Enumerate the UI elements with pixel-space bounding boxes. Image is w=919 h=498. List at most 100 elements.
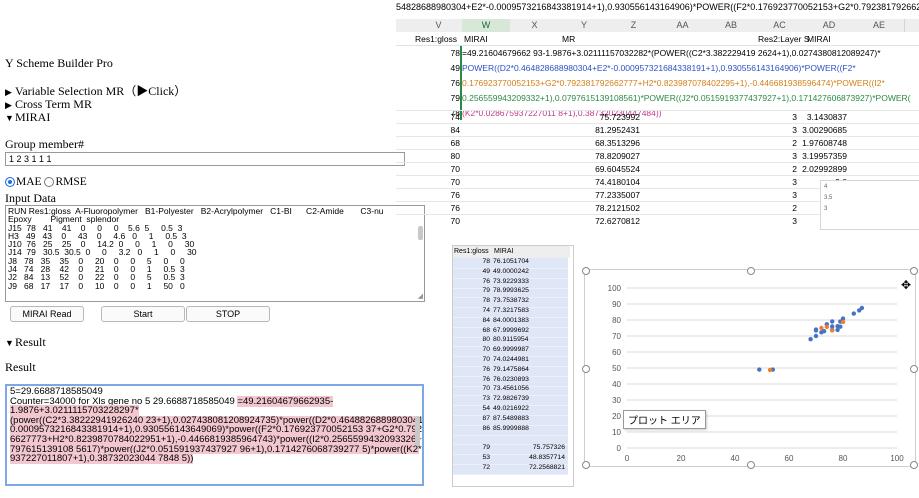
small-cell-gloss[interactable]: 80 [453,335,490,345]
small-cell-gloss[interactable]: 73 [453,394,490,404]
cell-header-v[interactable]: Res1:gloss [415,33,457,45]
small-cell-gloss[interactable]: 70 [453,355,490,365]
cell-header-y[interactable]: MR [562,33,575,45]
cell-ac[interactable]: 3 [755,124,797,136]
small-cell-gloss[interactable]: 76 [453,375,490,385]
small-cell-gloss[interactable]: 49 [453,267,490,277]
cell-v[interactable]: 70 [415,163,460,175]
data-point[interactable] [830,328,835,333]
mirai-toggle[interactable]: ▼MIRAI [5,110,50,125]
textarea-scrollbar[interactable] [418,226,423,240]
small-cell-gloss[interactable]: 70 [453,384,490,394]
cell-ac[interactable]: 2 [755,202,797,214]
start-button[interactable]: Start [101,306,185,322]
small-cell-mirai[interactable]: 49.0000242 [493,267,565,277]
formula-edit-line[interactable]: POWER((D2*0.464828688980304+E2*-0.000957… [462,62,856,74]
resize-handle[interactable] [582,365,590,373]
rmse-radio[interactable]: RMSE [44,176,87,188]
cell-y[interactable]: 77.2335007 [560,189,640,201]
small-cell-gloss[interactable]: 54 [453,404,490,414]
small-cell-mirai[interactable]: 80.9115954 [493,335,565,345]
small-cell-mirai[interactable]: 69.9999987 [493,345,565,355]
resize-handle[interactable] [747,267,755,275]
formula-edit-line[interactable]: 0.176923770052153+G2*0.792381792662777+H… [462,77,885,89]
small-cell-mirai[interactable]: 72.9826739 [493,394,565,404]
cell-v[interactable]: 80 [415,150,460,162]
data-point[interactable] [830,319,835,324]
small-cell-gloss[interactable]: 72 [453,463,490,473]
cell-ad[interactable]: 3.1430837 [802,111,847,123]
column-header[interactable]: AB [707,19,756,32]
data-point[interactable] [813,328,819,333]
cell-y[interactable]: 69.6045524 [560,163,640,175]
result-textarea[interactable]: 5=29.6688718585049 Counter=34000 for Xls… [5,384,424,486]
small-cell-gloss[interactable]: 78 [453,257,490,267]
small-cell-mirai[interactable]: 79.1475864 [493,365,565,375]
result-section-toggle[interactable]: ▼Result [5,335,46,350]
result-scrollbar[interactable] [415,416,420,446]
cell-ac[interactable]: 3 [755,176,797,188]
small-cell-mirai[interactable]: 85.9999888 [493,424,565,434]
data-point[interactable] [767,367,773,373]
cell-ad[interactable]: 3.00290685 [802,124,847,136]
small-cell-gloss[interactable]: 87 [453,414,490,424]
cell-ad[interactable]: 3.19957359 [802,150,847,162]
small-cell-mirai[interactable]: 76.0230893 [493,375,565,385]
data-point[interactable] [819,330,824,335]
resize-handle[interactable] [747,461,755,469]
data-point[interactable] [851,311,856,316]
small-cell-mirai[interactable]: 67.9999692 [493,326,565,336]
cell-ac[interactable]: 3 [755,215,797,227]
mini-chart[interactable]: 4 3.5 3 [820,180,919,230]
data-point[interactable] [819,325,824,331]
cell-ac[interactable]: 3 [755,111,797,123]
column-header[interactable]: AA [658,19,708,32]
cell-v[interactable]: 76 [415,189,460,201]
column-header[interactable]: AC [755,19,805,32]
data-point[interactable] [824,324,829,330]
cell-v[interactable]: 49 [415,62,460,74]
cell-y[interactable]: 74.4180104 [560,176,640,188]
column-header[interactable]: AE [854,19,905,32]
data-point[interactable] [813,333,819,339]
cell-ad[interactable]: 2.02992899 [802,163,847,175]
cell-y[interactable]: 81.2952431 [560,124,640,136]
small-cell-gloss[interactable]: 79 [453,286,490,296]
cell-header-ac[interactable]: Res2:Layer S [758,33,810,45]
small-cell-gloss[interactable]: 68 [453,326,490,336]
small-cell-mirai[interactable]: 49.0216922 [493,404,565,414]
cell-v[interactable]: 76 [415,77,460,89]
cell-y[interactable]: 72.6270812 [560,215,640,227]
stop-button[interactable]: STOP [186,306,270,322]
data-point[interactable] [838,324,843,329]
cell-y[interactable]: 75.723992 [560,111,640,123]
small-cell-mirai[interactable] [493,433,565,443]
resize-handle-icon[interactable]: ◢ [418,292,423,300]
small-sheet[interactable]: Res1:gloss MIRAI 78 76.1051704 49 49.000024… [452,245,574,487]
small-cell-gloss[interactable]: 53 [453,453,490,463]
data-point[interactable] [840,319,846,325]
column-header[interactable]: AD [804,19,855,32]
cell-v[interactable]: 84 [415,124,460,136]
column-header[interactable]: Y [559,19,610,32]
small-cell-gloss[interactable]: 74 [453,306,490,316]
cell-ac[interactable]: 2 [755,163,797,175]
cell-ac[interactable]: 3 [755,189,797,201]
cell-v[interactable]: 70 [415,215,460,227]
column-header[interactable]: X [510,19,560,32]
small-cell-gloss[interactable]: 84 [453,316,490,326]
resize-handle[interactable] [910,365,918,373]
cell-y[interactable]: 78.2121502 [560,202,640,214]
cell-v[interactable]: 70 [415,176,460,188]
data-point[interactable] [857,308,862,313]
resize-handle[interactable] [910,267,918,275]
column-header[interactable]: Z [609,19,659,32]
scatter-chart[interactable]: 0 10 20 30 40 50 60 70 80 90 100 0 20 40 60 80 100 プロット … [582,267,918,469]
input-data-textarea[interactable]: RUN Res1:gloss A-Fluoropolymer B1-Polyes… [5,205,425,302]
small-cell-mirai[interactable]: 72.2568821 [493,463,565,473]
formula-bar[interactable]: 54828688980304+E2*-0.0009573216843381914… [396,0,919,14]
cell-ac[interactable]: 2 [755,137,797,149]
small-cell-mirai[interactable]: 73.7538732 [493,296,565,306]
mirai-read-button[interactable]: MIRAI Read [10,306,84,322]
cell-header-w[interactable]: MIRAI [464,33,488,45]
